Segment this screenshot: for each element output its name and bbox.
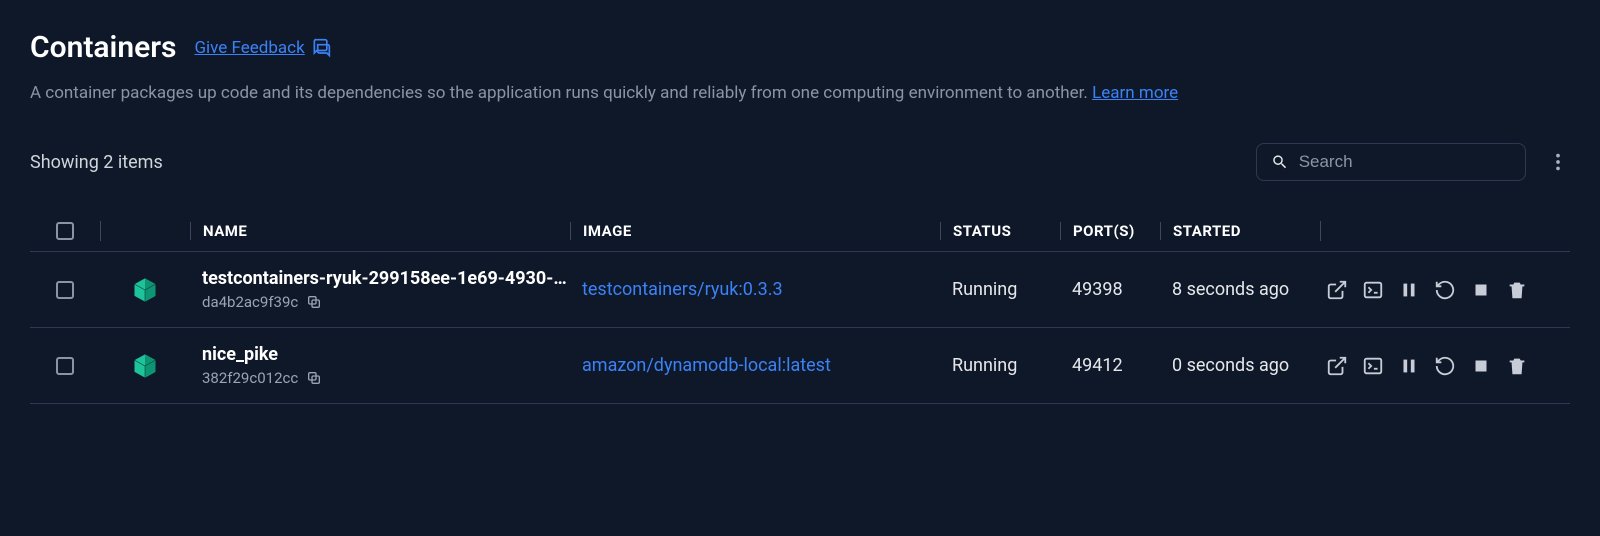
- column-status[interactable]: STATUS: [940, 222, 1060, 240]
- copy-id-button[interactable]: [306, 370, 322, 386]
- cli-button[interactable]: [1362, 279, 1384, 301]
- terminal-icon: [1362, 279, 1384, 301]
- column-image[interactable]: IMAGE: [570, 222, 940, 240]
- feedback-label: Give Feedback: [194, 38, 304, 58]
- open-in-new-icon: [1326, 355, 1348, 377]
- image-link[interactable]: testcontainers/ryuk:0.3.3: [570, 279, 940, 300]
- stop-button[interactable]: [1470, 279, 1492, 301]
- table-header: NAME IMAGE STATUS PORT(S) STARTED: [30, 211, 1570, 252]
- container-name[interactable]: testcontainers-ryuk-299158ee-1e69-4930-9…: [202, 268, 570, 289]
- column-actions: [1320, 221, 1570, 241]
- page-description: A container packages up code and its dep…: [30, 83, 1570, 103]
- search-box[interactable]: [1256, 143, 1526, 181]
- started-text: 8 seconds ago: [1172, 279, 1289, 300]
- copy-icon: [306, 370, 322, 386]
- column-ports[interactable]: PORT(S): [1060, 222, 1160, 240]
- restart-icon: [1434, 355, 1456, 377]
- container-id: 382f29c012cc: [202, 369, 298, 387]
- item-count: Showing 2 items: [30, 152, 163, 173]
- learn-more-link[interactable]: Learn more: [1092, 83, 1178, 103]
- pause-button[interactable]: [1398, 355, 1420, 377]
- description-text: A container packages up code and its dep…: [30, 83, 1088, 103]
- restart-button[interactable]: [1434, 355, 1456, 377]
- port-text: 49398: [1060, 279, 1160, 300]
- containers-table: NAME IMAGE STATUS PORT(S) STARTED testco…: [30, 211, 1570, 404]
- trash-icon: [1506, 279, 1528, 301]
- open-in-new-icon: [1326, 279, 1348, 301]
- status-text: Running: [940, 355, 1060, 376]
- pause-icon: [1398, 355, 1420, 377]
- select-all-checkbox[interactable]: [56, 222, 74, 240]
- image-link[interactable]: amazon/dynamodb-local:latest: [570, 355, 940, 376]
- page-title: Containers: [30, 30, 176, 65]
- copy-id-button[interactable]: [306, 294, 322, 310]
- pause-button[interactable]: [1398, 279, 1420, 301]
- feedback-icon: [311, 38, 331, 58]
- cli-button[interactable]: [1362, 355, 1384, 377]
- container-icon: [131, 352, 159, 380]
- give-feedback-link[interactable]: Give Feedback: [194, 38, 330, 58]
- stop-icon: [1470, 279, 1492, 301]
- table-row[interactable]: nice_pike 382f29c012cc amazon/dynamodb-l…: [30, 328, 1570, 404]
- delete-button[interactable]: [1506, 355, 1528, 377]
- column-started[interactable]: STARTED: [1160, 222, 1320, 240]
- started-text: 0 seconds ago: [1172, 355, 1289, 376]
- restart-icon: [1434, 279, 1456, 301]
- more-options-button[interactable]: [1546, 150, 1570, 174]
- port-text: 49412: [1060, 355, 1160, 376]
- column-name[interactable]: NAME: [190, 222, 570, 240]
- trash-icon: [1506, 355, 1528, 377]
- restart-button[interactable]: [1434, 279, 1456, 301]
- status-text: Running: [940, 279, 1060, 300]
- open-browser-button[interactable]: [1326, 355, 1348, 377]
- container-id: da4b2ac9f39c: [202, 293, 298, 311]
- stop-button[interactable]: [1470, 355, 1492, 377]
- container-icon: [131, 276, 159, 304]
- search-input[interactable]: [1299, 152, 1511, 172]
- delete-button[interactable]: [1506, 279, 1528, 301]
- terminal-icon: [1362, 355, 1384, 377]
- search-icon: [1271, 152, 1289, 172]
- copy-icon: [306, 294, 322, 310]
- table-row[interactable]: testcontainers-ryuk-299158ee-1e69-4930-9…: [30, 252, 1570, 328]
- pause-icon: [1398, 279, 1420, 301]
- stop-icon: [1470, 355, 1492, 377]
- container-name[interactable]: nice_pike: [202, 344, 570, 365]
- open-browser-button[interactable]: [1326, 279, 1348, 301]
- more-vert-icon: [1547, 151, 1569, 173]
- column-blank: [100, 221, 190, 241]
- row-checkbox[interactable]: [56, 281, 74, 299]
- row-checkbox[interactable]: [56, 357, 74, 375]
